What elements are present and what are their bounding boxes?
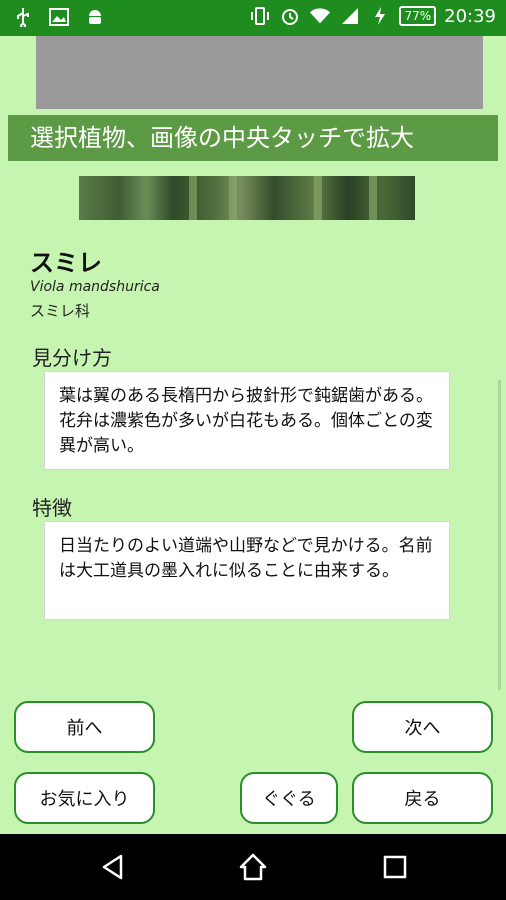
back-button[interactable]: 戻る — [352, 772, 493, 824]
image-icon — [48, 6, 70, 28]
battery-icon: 77% — [399, 6, 437, 26]
favorite-button[interactable]: お気に入り — [14, 772, 155, 824]
plant-name: スミレ — [30, 249, 102, 277]
features-text: 日当たりのよい道端や山野などで見かける。名前は大工道具の墨入れに似ることに由来す… — [44, 521, 450, 620]
prev-button[interactable]: 前へ — [14, 701, 155, 753]
vibrate-icon — [249, 5, 271, 27]
instruction-banner: 選択植物、画像の中央タッチで拡大 — [8, 115, 498, 161]
identification-heading: 見分け方 — [32, 346, 112, 370]
identification-text: 葉は翼のある長楕円から披針形で鈍鋸歯がある。花弁は濃紫色が多いが白花もある。個体… — [44, 371, 450, 470]
scrollbar[interactable] — [498, 380, 501, 690]
wifi-icon — [309, 5, 331, 27]
features-heading: 特徴 — [32, 496, 72, 520]
signal-icon — [339, 5, 361, 27]
plant-photo[interactable] — [79, 176, 415, 220]
plant-latin-name: Viola mandshurica — [30, 279, 160, 295]
home-nav-icon[interactable] — [237, 851, 269, 883]
alarm-icon — [279, 5, 301, 27]
ad-banner[interactable] — [36, 36, 483, 109]
next-button[interactable]: 次へ — [352, 701, 493, 753]
usb-icon — [12, 6, 34, 28]
status-bar: 77% 20:39 — [0, 0, 506, 36]
clock: 20:39 — [444, 5, 496, 27]
back-nav-icon[interactable] — [97, 851, 129, 883]
recents-nav-icon[interactable] — [379, 851, 411, 883]
plant-family: スミレ科 — [30, 302, 91, 320]
google-search-button[interactable]: ぐぐる — [240, 772, 338, 824]
navigation-bar — [0, 834, 506, 900]
android-icon — [84, 6, 106, 28]
charging-icon — [369, 5, 391, 27]
